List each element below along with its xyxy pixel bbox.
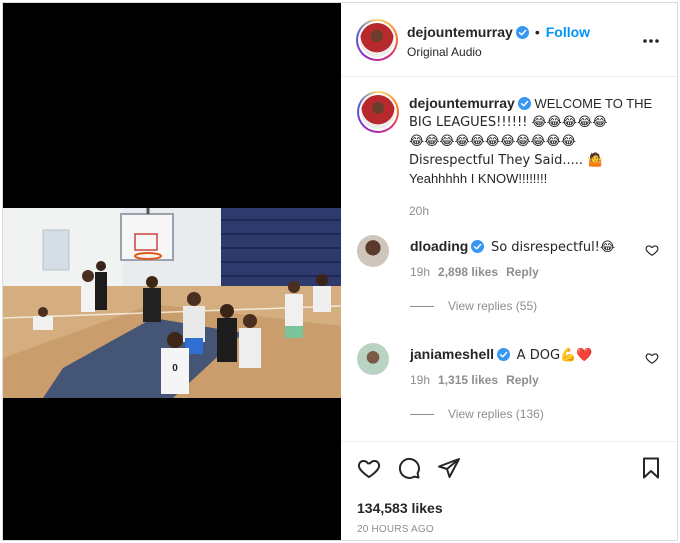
header-userline: dejountemurray • Follow [407,24,590,42]
author-avatar[interactable] [356,19,398,61]
caption-text-line: BIG LEAGUES!!!!!! 😂😂😂😂😂 [409,115,608,130]
comment-icon[interactable] [397,456,421,480]
caption-text-line: 😂😂😂😂😂😂😂😂😂😂😂 [409,134,577,149]
post-modal: 0 dejountemurray • Follow Original Audio [2,2,678,541]
comment-meta: 19h 1,315 likes Reply [410,373,539,387]
comment-time[interactable]: 19h [410,265,430,279]
comment-text: So disrespectful!😂 [490,240,616,255]
jersey-number: 0 [172,363,178,374]
comment-time[interactable]: 19h [410,373,430,387]
reply-button[interactable]: Reply [506,265,539,279]
comment-item: dloading So disrespectful!😂 19h 2,898 lik… [357,235,667,331]
post-actions: 134,583 likes 20 HOURS AGO [341,441,677,540]
media-pane[interactable]: 0 [3,3,341,540]
comment-meta: 19h 2,898 likes Reply [410,265,539,279]
post-details-panel: dejountemurray • Follow Original Audio dej… [341,3,677,540]
audio-label[interactable]: Original Audio [407,45,482,59]
caption-text-line: Disrespectful They Said..... 🤷 [409,153,604,168]
caption-text-line: WELCOME TO THE [534,96,653,111]
comment-text: A DOG💪❤️ [516,348,593,363]
comment-item: janiameshell A DOG💪❤️ 19h 1,315 likes Repl… [357,343,667,439]
reply-button[interactable]: Reply [506,373,539,387]
heart-icon[interactable] [645,351,659,365]
replies-divider [410,414,434,416]
verified-badge-icon [517,97,531,110]
post-timestamp[interactable]: 20 HOURS AGO [357,524,434,535]
comment-text-row: janiameshell A DOG💪❤️ [410,345,630,365]
post-header: dejountemurray • Follow Original Audio [341,3,677,77]
heart-icon[interactable] [645,243,659,257]
post-likes-count[interactable]: 134,583 likes [357,500,443,516]
more-options-icon[interactable] [641,31,661,51]
verified-badge-icon [471,240,485,253]
video-frame-basketball-court: 0 [3,208,341,398]
caption-body: dejountemurray WELCOME TO THE BIG LEAGUE… [409,94,665,220]
verified-badge-icon [515,26,529,39]
view-replies-button[interactable]: View replies (136) [410,407,544,421]
separator-dot: • [534,24,540,40]
caption-text-line: Yeahhhhh I KNOW!!!!!!!! [409,171,548,186]
comment-likes[interactable]: 1,315 likes [438,373,498,387]
bookmark-icon[interactable] [639,456,663,480]
view-replies-label: View replies (136) [448,407,544,421]
heart-icon[interactable] [357,456,381,480]
commenter-username[interactable]: dloading [410,238,468,254]
video-player[interactable]: 0 [3,208,341,398]
caption-author-avatar[interactable] [357,91,399,133]
replies-divider [410,306,434,308]
caption-timestamp[interactable]: 20h [409,202,665,220]
share-icon[interactable] [437,456,461,480]
verified-badge-icon [497,348,511,361]
follow-button[interactable]: Follow [546,24,590,40]
commenter-avatar[interactable] [357,343,389,375]
comment-likes[interactable]: 2,898 likes [438,265,498,279]
comment-text-row: dloading So disrespectful!😂 [410,237,630,257]
commenter-username[interactable]: janiameshell [410,346,494,362]
view-replies-label: View replies (55) [448,299,538,313]
commenter-avatar[interactable] [357,235,389,267]
view-replies-button[interactable]: View replies (55) [410,299,537,313]
caption-username[interactable]: dejountemurray [409,95,515,111]
author-username[interactable]: dejountemurray [407,24,513,40]
